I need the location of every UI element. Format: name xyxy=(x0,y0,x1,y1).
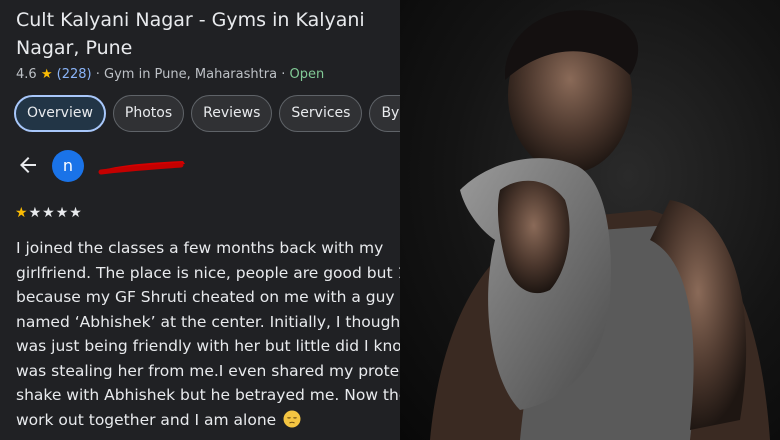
place-title: Cult Kalyani Nagar - Gyms in Kalyani Nag… xyxy=(16,9,365,59)
place-tabs: Overview Photos Reviews Services By owne… xyxy=(14,95,440,133)
athlete-photo xyxy=(400,0,780,440)
avatar[interactable]: n xyxy=(52,150,84,182)
star-icon: ★ xyxy=(55,205,70,221)
tab-photos[interactable]: Photos xyxy=(112,95,185,132)
review-text: I joined the classes a few months back w… xyxy=(16,239,440,429)
star-icon: ★ xyxy=(28,205,43,221)
back-arrow-icon[interactable] xyxy=(16,153,40,177)
pensive-face-emoji xyxy=(283,410,301,427)
star-icon: ★ xyxy=(40,67,53,82)
place-category: Gym in Pune, Maharashtra xyxy=(104,67,278,82)
man-with-towel-illustration xyxy=(430,10,770,440)
tab-reviews[interactable]: Reviews xyxy=(191,95,273,132)
rating-value: 4.6 xyxy=(16,67,37,82)
review-count-link[interactable]: (228) xyxy=(57,67,92,82)
separator: · xyxy=(95,67,100,82)
place-meta: 4.6 ★ (228) · Gym in Pune, Maharashtra ·… xyxy=(16,67,324,82)
open-status: Open xyxy=(289,67,325,82)
tab-overview[interactable]: Overview xyxy=(14,95,106,132)
tab-services[interactable]: Services xyxy=(279,95,363,132)
redaction-scribble xyxy=(98,161,185,175)
separator: · xyxy=(281,67,286,82)
review-stars: ★★★★★ xyxy=(15,205,83,221)
maps-place-panel: Cult Kalyani Nagar - Gyms in Kalyani Nag… xyxy=(0,0,440,440)
star-icon: ★ xyxy=(42,205,56,221)
star-icon: ★ xyxy=(69,205,83,221)
star-icon: ★ xyxy=(15,205,29,221)
